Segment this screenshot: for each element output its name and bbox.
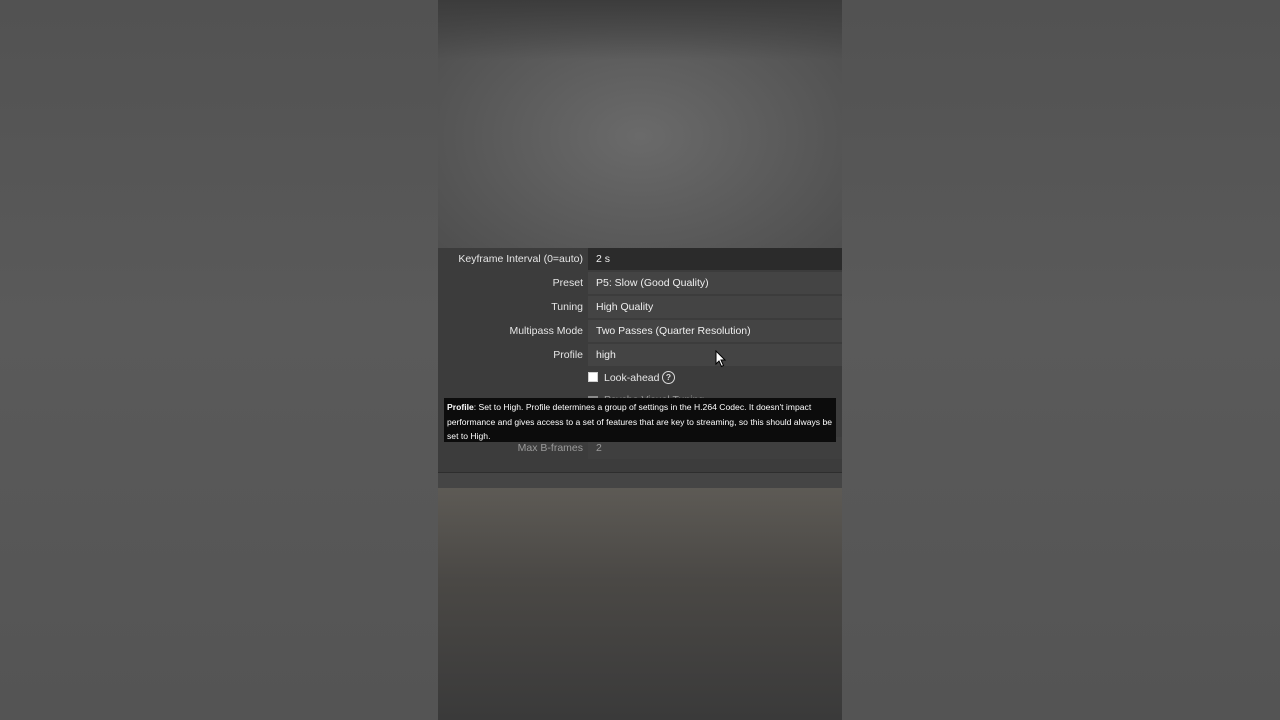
video-frame: Keyframe Interval (0=auto) 2 s Preset P5… <box>438 0 842 720</box>
mouse-pointer-icon <box>715 350 727 368</box>
lookahead-label: Look-ahead <box>604 372 660 384</box>
preset-select[interactable]: P5: Slow (Good Quality) <box>588 272 842 294</box>
keyframe-row: Keyframe Interval (0=auto) 2 s <box>438 248 842 270</box>
background-right <box>842 0 1280 720</box>
preset-label: Preset <box>552 277 583 289</box>
tooltip-text: : Set to High. Profile determines a grou… <box>447 402 833 441</box>
blurred-bottom-area <box>438 488 842 720</box>
tooltip-title: Profile <box>447 402 474 412</box>
background-left <box>0 0 438 720</box>
keyframe-label: Keyframe Interval (0=auto) <box>458 253 583 265</box>
profile-label: Profile <box>553 349 583 361</box>
multipass-label: Multipass Mode <box>509 325 583 337</box>
multipass-row: Multipass Mode Two Passes (Quarter Resol… <box>438 320 842 342</box>
profile-row: Profile high <box>438 344 842 366</box>
panel-bottom-strip <box>438 473 842 488</box>
blurred-top-area <box>438 0 842 248</box>
preset-row: Preset P5: Slow (Good Quality) <box>438 272 842 294</box>
question-circle-icon[interactable]: ? <box>662 371 675 384</box>
lookahead-checkbox[interactable] <box>588 372 598 382</box>
multipass-select[interactable]: Two Passes (Quarter Resolution) <box>588 320 842 342</box>
tuning-row: Tuning High Quality <box>438 296 842 318</box>
keyframe-interval-input[interactable]: 2 s <box>588 248 842 270</box>
profile-tooltip: Profile: Set to High. Profile determines… <box>444 398 836 442</box>
tuning-select[interactable]: High Quality <box>588 296 842 318</box>
tuning-label: Tuning <box>551 301 583 313</box>
